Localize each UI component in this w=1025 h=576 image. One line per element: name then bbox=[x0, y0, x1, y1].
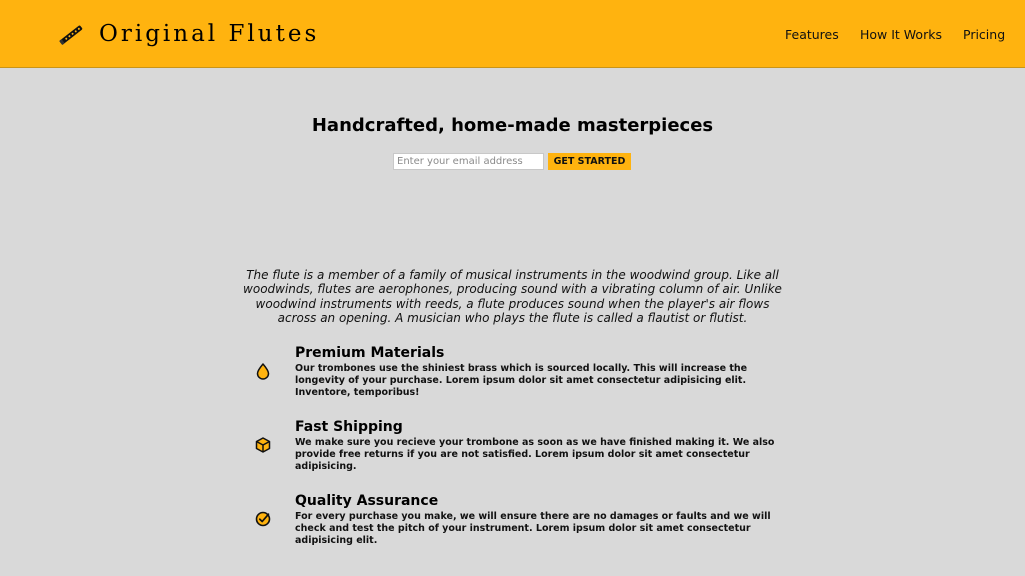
check-circle-icon bbox=[255, 511, 271, 527]
feature-title-fast-shipping: Fast Shipping bbox=[295, 419, 403, 435]
nav-link-features[interactable]: Features bbox=[785, 26, 839, 44]
brand-name[interactable]: Original Flutes bbox=[99, 18, 319, 50]
feature-text-fast-shipping: We make sure you recieve your trombone a… bbox=[295, 437, 775, 472]
feature-title-quality-assurance: Quality Assurance bbox=[295, 493, 439, 509]
nav-link-how-it-works[interactable]: How It Works bbox=[860, 26, 942, 44]
flute-description: The flute is a member of a family of mus… bbox=[243, 268, 782, 325]
feature-text-quality-assurance: For every purchase you make, we will ens… bbox=[295, 511, 771, 546]
hero-title: Handcrafted, home-made masterpieces bbox=[311, 115, 714, 136]
feature-text-premium-materials: Our trombones use the shiniest brass whi… bbox=[295, 363, 748, 398]
feature-title-premium-materials: Premium Materials bbox=[295, 345, 445, 361]
get-started-button[interactable]: GET STARTED bbox=[548, 153, 631, 170]
site-header: Original Flutes Features How It Works Pr… bbox=[0, 0, 1025, 68]
nav-link-pricing[interactable]: Pricing bbox=[963, 26, 1005, 44]
box-icon bbox=[255, 437, 271, 453]
email-input[interactable] bbox=[393, 153, 544, 170]
drop-icon bbox=[256, 363, 270, 380]
flute-icon bbox=[59, 25, 83, 45]
